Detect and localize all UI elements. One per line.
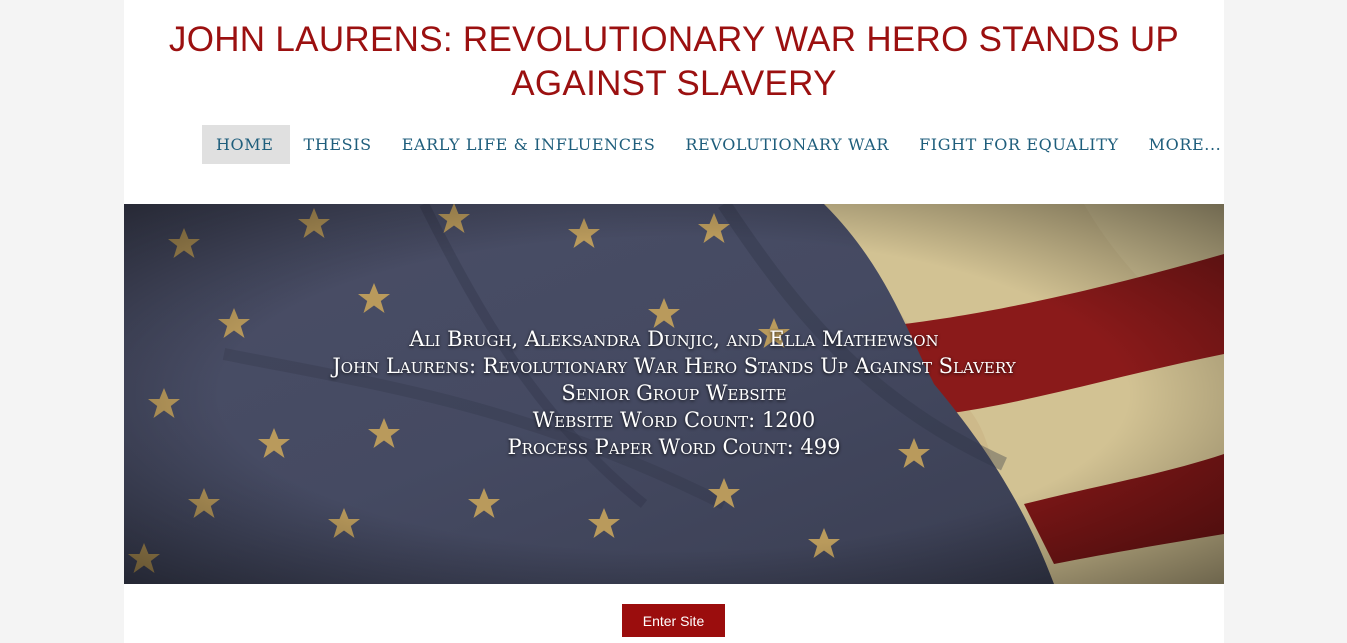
nav-item-revolutionary-war[interactable]: REVOLUTIONARY WAR bbox=[671, 125, 905, 164]
nav-item-more[interactable]: MORE... bbox=[1135, 125, 1238, 164]
hero-project-title: John Laurens: Revolutionary War Hero Sta… bbox=[332, 354, 1016, 378]
nav-item-home[interactable]: HOME bbox=[202, 125, 290, 164]
hero-banner: Ali Brugh, Aleksandra Dunjic, and Ella M… bbox=[124, 204, 1224, 584]
site-title[interactable]: JOHN LAURENS: REVOLUTIONARY WAR HERO STA… bbox=[124, 18, 1224, 106]
nav-item-early-life[interactable]: EARLY LIFE & INFLUENCES bbox=[388, 125, 672, 164]
hero-process-paper-word-count: Process Paper Word Count: 499 bbox=[507, 435, 841, 459]
hero-website-word-count: Website Word Count: 1200 bbox=[532, 408, 816, 432]
hero-authors: Ali Brugh, Aleksandra Dunjic, and Ella M… bbox=[409, 327, 939, 351]
hero-text-block: Ali Brugh, Aleksandra Dunjic, and Ella M… bbox=[124, 326, 1224, 461]
hero-category: Senior Group Website bbox=[561, 381, 787, 405]
main-nav: HOME THESIS EARLY LIFE & INFLUENCES REVO… bbox=[202, 125, 1237, 164]
nav-item-thesis[interactable]: THESIS bbox=[290, 125, 388, 164]
page-container: JOHN LAURENS: REVOLUTIONARY WAR HERO STA… bbox=[124, 0, 1224, 643]
enter-site-button[interactable]: Enter Site bbox=[622, 604, 725, 637]
nav-item-fight-for-equality[interactable]: FIGHT FOR EQUALITY bbox=[905, 125, 1135, 164]
